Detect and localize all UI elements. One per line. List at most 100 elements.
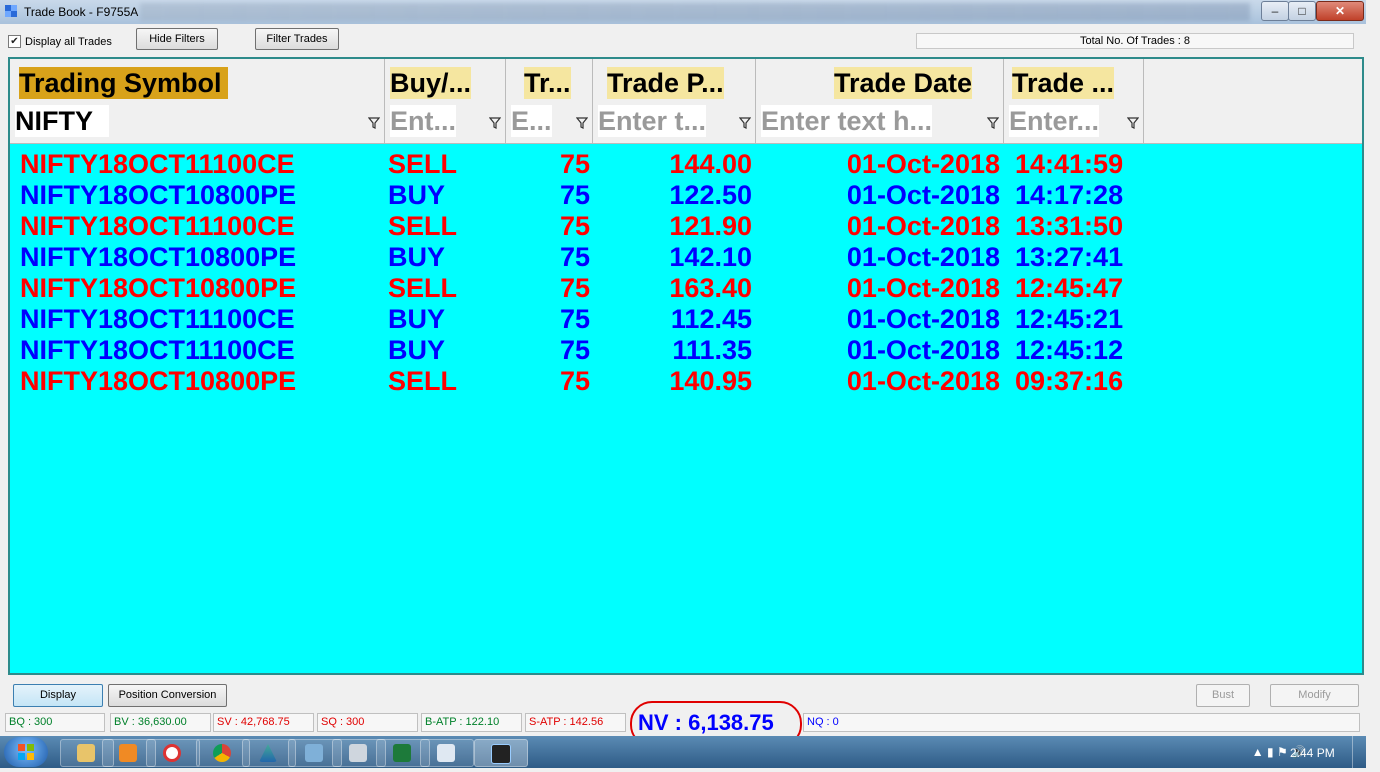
filter-trades-button[interactable]: Filter Trades: [255, 28, 339, 50]
cell-time: 13:31:50: [1015, 211, 1124, 241]
start-button[interactable]: [4, 737, 48, 767]
table-row[interactable]: NIFTY18OCT10800PE SELL 75 140.95 01-Oct-…: [10, 366, 1362, 397]
cell-price: 142.10: [669, 242, 752, 272]
filter-buy-sell[interactable]: Ent...: [385, 101, 506, 143]
trade-grid: Trading Symbol Buy/... Tr... Trade P... …: [8, 57, 1364, 675]
show-desktop-button[interactable]: [1352, 736, 1367, 768]
cell-qty: 75: [559, 211, 590, 241]
bust-button[interactable]: Bust: [1196, 684, 1250, 707]
filter-trade-date[interactable]: Enter text h...: [756, 101, 1004, 143]
table-row[interactable]: NIFTY18OCT11100CE BUY 75 112.45 01-Oct-2…: [10, 304, 1362, 335]
col-header-buy-sell[interactable]: Buy/...: [385, 59, 506, 101]
hide-filters-button[interactable]: Hide Filters: [136, 28, 218, 50]
filter-input-buy-sell[interactable]: Ent...: [390, 105, 456, 137]
table-row[interactable]: NIFTY18OCT11100CE SELL 75 121.90 01-Oct-…: [10, 211, 1362, 242]
cell-side: SELL: [388, 273, 458, 303]
cell-time: 09:37:16: [1015, 366, 1124, 396]
window-title: Trade Book - F9755A: [24, 5, 139, 19]
filter-funnel-icon[interactable]: [987, 116, 999, 130]
col-header-trade-qty[interactable]: Tr...: [506, 59, 593, 101]
cell-price: 111.35: [672, 335, 752, 365]
cell-date: 01-Oct-2018: [846, 149, 1000, 179]
taskbar-window[interactable]: [420, 739, 474, 767]
taskbar: ▲ ▮ ⚑ 🔊 2:44 PM: [0, 736, 1366, 768]
filter-funnel-icon[interactable]: [739, 116, 751, 130]
cell-qty: 75: [559, 149, 590, 179]
status-sq: SQ : 300: [317, 713, 418, 732]
modify-button[interactable]: Modify: [1270, 684, 1359, 707]
col-header-trade-date[interactable]: Trade Date: [756, 59, 1004, 101]
status-s-atp: S-ATP : 142.56: [525, 713, 626, 732]
cell-qty: 75: [559, 242, 590, 272]
blurred-title-area: [140, 3, 1250, 21]
col-header-trading-symbol[interactable]: Trading Symbol: [10, 59, 385, 101]
filter-input-trade-qty[interactable]: E...: [511, 105, 552, 137]
table-row[interactable]: NIFTY18OCT10800PE SELL 75 163.40 01-Oct-…: [10, 273, 1362, 304]
total-trades-count: Total No. Of Trades : 8: [916, 33, 1354, 49]
filter-trade-price[interactable]: Enter t...: [593, 101, 756, 143]
cell-date: 01-Oct-2018: [846, 366, 1000, 396]
filter-trade-qty[interactable]: E...: [506, 101, 593, 143]
status-bq: BQ : 300: [5, 713, 105, 732]
flag-icon[interactable]: ⚑: [1277, 745, 1288, 759]
display-all-trades-label: Display all Trades: [25, 35, 112, 48]
display-all-trades-checkbox[interactable]: ✔ Display all Trades: [8, 35, 112, 48]
cell-date: 01-Oct-2018: [846, 304, 1000, 334]
cell-price: 144.00: [669, 149, 752, 179]
filter-funnel-icon[interactable]: [1127, 116, 1139, 130]
filter-funnel-icon[interactable]: [368, 116, 380, 130]
signal-icon[interactable]: ▮: [1267, 745, 1274, 759]
filter-input-trade-price[interactable]: Enter t...: [598, 105, 707, 137]
lifebuoy-icon: [163, 744, 181, 762]
cell-price: 121.90: [669, 211, 752, 241]
cell-price: 122.50: [669, 180, 752, 210]
cell-side: SELL: [388, 366, 458, 396]
cell-qty: 75: [559, 335, 590, 365]
window-icon: [437, 744, 455, 762]
maximize-button[interactable]: □: [1288, 1, 1316, 21]
filter-trading-symbol[interactable]: NIFTY: [10, 101, 385, 143]
cell-symbol: NIFTY18OCT11100CE: [20, 211, 295, 241]
title-bar: Trade Book - F9755A – □ ✕: [0, 0, 1366, 24]
table-row[interactable]: NIFTY18OCT11100CE BUY 75 111.35 01-Oct-2…: [10, 335, 1362, 366]
taskbar-trading-app[interactable]: [474, 739, 528, 767]
col-header-trade-price[interactable]: Trade P...: [593, 59, 756, 101]
close-button[interactable]: ✕: [1316, 1, 1364, 21]
minimize-button[interactable]: –: [1261, 1, 1289, 21]
cell-symbol: NIFTY18OCT10800PE: [20, 180, 297, 210]
tray-up-arrow-icon[interactable]: ▲: [1252, 745, 1264, 759]
display-button[interactable]: Display: [13, 684, 103, 707]
app-icon: [5, 5, 17, 17]
filter-funnel-icon[interactable]: [576, 116, 588, 130]
cell-side: SELL: [388, 211, 458, 241]
cell-side: BUY: [388, 304, 446, 334]
cell-qty: 75: [559, 180, 590, 210]
status-nv: NV : 6,138.75: [638, 710, 774, 735]
filter-trade-time[interactable]: Enter...: [1004, 101, 1144, 143]
table-row[interactable]: NIFTY18OCT11100CE SELL 75 144.00 01-Oct-…: [10, 149, 1362, 180]
filter-input-trade-time[interactable]: Enter...: [1009, 105, 1100, 137]
taskbar-lifebuoy[interactable]: [146, 739, 200, 767]
cell-side: BUY: [388, 180, 446, 210]
clock[interactable]: 2:44 PM: [1290, 746, 1335, 760]
checkbox-box[interactable]: ✔: [8, 35, 21, 48]
cell-time: 12:45:12: [1015, 335, 1124, 365]
filter-input-trade-date[interactable]: Enter text h...: [761, 105, 933, 137]
table-row[interactable]: NIFTY18OCT10800PE BUY 75 122.50 01-Oct-2…: [10, 180, 1362, 211]
cell-qty: 75: [559, 273, 590, 303]
filter-input-trading-symbol[interactable]: NIFTY: [15, 105, 109, 137]
network-icon: [305, 744, 323, 762]
status-b-atp: B-ATP : 122.10: [421, 713, 522, 732]
screen-edge: [1366, 0, 1380, 768]
table-row[interactable]: NIFTY18OCT10800PE BUY 75 142.10 01-Oct-2…: [10, 242, 1362, 273]
cell-price: 112.45: [670, 304, 752, 334]
cell-side: BUY: [388, 242, 446, 272]
col-header-trade-time[interactable]: Trade ...: [1004, 59, 1144, 101]
position-conversion-button[interactable]: Position Conversion: [108, 684, 227, 707]
excel-icon: [393, 744, 411, 762]
explorer-icon: [77, 744, 95, 762]
filter-funnel-icon[interactable]: [489, 116, 501, 130]
status-nq: NQ : 0: [803, 713, 1360, 732]
trading-app-icon: [491, 744, 511, 764]
cell-symbol: NIFTY18OCT11100CE: [20, 304, 295, 334]
